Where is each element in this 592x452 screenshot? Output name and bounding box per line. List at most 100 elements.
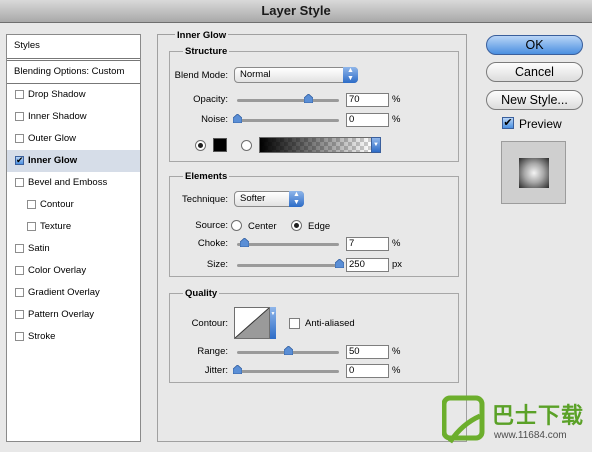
sidebar-item-checkbox[interactable]: [15, 112, 24, 121]
elements-title: Elements: [183, 171, 230, 182]
range-unit: %: [392, 346, 401, 357]
blending-options-item[interactable]: Blending Options: Custom: [7, 61, 140, 83]
jitter-slider-knob[interactable]: [232, 364, 243, 375]
preview-label: Preview: [519, 117, 562, 131]
sidebar-item-contour[interactable]: Contour: [7, 194, 140, 216]
sidebar-item-label: Satin: [28, 243, 50, 254]
choke-slider-track[interactable]: [237, 243, 339, 246]
sidebar-item-label: Inner Glow: [28, 155, 78, 166]
noise-label: Noise:: [201, 114, 228, 125]
size-label: Size:: [206, 259, 228, 270]
source-center-radio[interactable]: [231, 220, 242, 231]
sidebar-item-outer-glow[interactable]: Outer Glow: [7, 128, 140, 150]
source-center-label: Center: [248, 221, 277, 232]
noise-unit: %: [392, 114, 401, 125]
source-edge-radio[interactable]: [291, 220, 302, 231]
sidebar-item-checkbox[interactable]: [27, 200, 36, 209]
gradient-picker[interactable]: [259, 137, 372, 153]
sidebar-item-checkbox[interactable]: [15, 134, 24, 143]
cancel-button[interactable]: Cancel: [486, 62, 583, 82]
sidebar-item-bevel-and-emboss[interactable]: Bevel and Emboss: [7, 172, 140, 194]
noise-slider-knob[interactable]: [232, 113, 243, 124]
sidebar-item-label: Inner Shadow: [28, 111, 87, 122]
sidebar-item-checkbox[interactable]: [15, 310, 24, 319]
styles-list: Styles Blending Options: Custom Drop Sha…: [6, 34, 141, 442]
sidebar-item-label: Drop Shadow: [28, 89, 86, 100]
sidebar-item-checkbox[interactable]: [15, 288, 24, 297]
sidebar-item-label: Outer Glow: [28, 133, 77, 144]
sidebar-item-inner-shadow[interactable]: Inner Shadow: [7, 106, 140, 128]
opacity-slider-track[interactable]: [237, 99, 339, 102]
sidebar-item-inner-glow[interactable]: ✔ Inner Glow: [7, 150, 140, 172]
sidebar-item-label: Pattern Overlay: [28, 309, 94, 320]
contour-picker[interactable]: [234, 307, 270, 339]
range-field[interactable]: 50: [346, 345, 389, 359]
chevron-updown-icon: ▲ ▼: [289, 191, 304, 207]
quality-title: Quality: [183, 288, 220, 299]
sidebar-item-checkbox[interactable]: [15, 244, 24, 253]
choke-slider-knob[interactable]: [239, 237, 250, 248]
blend-mode-label: Blend Mode:: [174, 70, 228, 81]
opacity-slider-knob[interactable]: [303, 93, 314, 104]
sidebar-item-drop-shadow[interactable]: Drop Shadow: [7, 84, 140, 106]
sidebar-item-checkbox[interactable]: [15, 266, 24, 275]
sidebar-item-color-overlay[interactable]: Color Overlay: [7, 260, 140, 282]
watermark: 巴士下载 www.11684.com: [440, 390, 592, 452]
range-label: Range:: [197, 346, 228, 357]
technique-label: Technique:: [182, 194, 228, 205]
jitter-unit: %: [392, 365, 401, 376]
sidebar-item-checkbox[interactable]: [15, 332, 24, 341]
jitter-slider-track[interactable]: [237, 370, 339, 373]
sidebar-item-checkbox[interactable]: [27, 222, 36, 231]
sidebar-item-gradient-overlay[interactable]: Gradient Overlay: [7, 282, 140, 304]
style-preview: [501, 141, 566, 204]
gradient-dropdown-arrow-icon[interactable]: ▼: [371, 137, 381, 153]
styles-header[interactable]: Styles: [7, 35, 140, 57]
choke-field[interactable]: 7: [346, 237, 389, 251]
blending-options-label: Blending Options: Custom: [14, 66, 125, 77]
gradient-radio[interactable]: [241, 140, 252, 151]
glow-color-swatch[interactable]: [213, 138, 227, 152]
new-style-button[interactable]: New Style...: [486, 90, 583, 110]
sidebar-item-checkbox[interactable]: [15, 178, 24, 187]
sidebar-item-stroke[interactable]: Stroke: [7, 326, 140, 348]
noise-slider-track[interactable]: [237, 119, 339, 122]
sidebar-item-checkbox[interactable]: [15, 90, 24, 99]
technique-value: Softer: [240, 193, 266, 204]
ok-button[interactable]: OK: [486, 35, 583, 55]
watermark-url: www.11684.com: [494, 430, 567, 441]
sidebar-item-checkbox[interactable]: ✔: [15, 156, 24, 165]
opacity-field[interactable]: 70: [346, 93, 389, 107]
opacity-unit: %: [392, 94, 401, 105]
choke-unit: %: [392, 238, 401, 249]
watermark-logo-icon: [442, 395, 485, 444]
anti-aliased-checkbox[interactable]: [289, 318, 300, 329]
size-slider-knob[interactable]: [334, 258, 345, 269]
sidebar-item-label: Stroke: [28, 331, 56, 342]
jitter-field[interactable]: 0: [346, 364, 389, 378]
divider: [7, 58, 140, 59]
anti-aliased-label: Anti-aliased: [305, 318, 355, 329]
blend-mode-select[interactable]: Normal ▲ ▼: [234, 67, 358, 83]
chevron-updown-icon: ▲ ▼: [343, 67, 358, 83]
window-title: Layer Style: [0, 0, 592, 23]
preview-swatch: [519, 158, 549, 188]
source-edge-label: Edge: [308, 221, 331, 232]
sidebar-item-texture[interactable]: Texture: [7, 216, 140, 238]
contour-label: Contour:: [191, 318, 228, 329]
preview-checkbox[interactable]: ✔: [502, 117, 514, 129]
choke-label: Choke:: [197, 238, 228, 249]
size-field[interactable]: 250: [346, 258, 389, 272]
noise-field[interactable]: 0: [346, 113, 389, 127]
range-slider-knob[interactable]: [283, 345, 294, 356]
blend-mode-value: Normal: [240, 69, 271, 80]
watermark-brand: 巴士下载: [492, 403, 585, 428]
technique-select[interactable]: Softer ▲ ▼: [234, 191, 304, 207]
sidebar-item-satin[interactable]: Satin: [7, 238, 140, 260]
contour-dropdown-arrow-icon[interactable]: ▼: [270, 307, 276, 339]
sidebar-item-pattern-overlay[interactable]: Pattern Overlay: [7, 304, 140, 326]
panel-title: Inner Glow: [175, 30, 229, 41]
solid-color-radio[interactable]: [195, 140, 206, 151]
sidebar-item-label: Color Overlay: [28, 265, 87, 276]
size-slider-track[interactable]: [237, 264, 339, 267]
